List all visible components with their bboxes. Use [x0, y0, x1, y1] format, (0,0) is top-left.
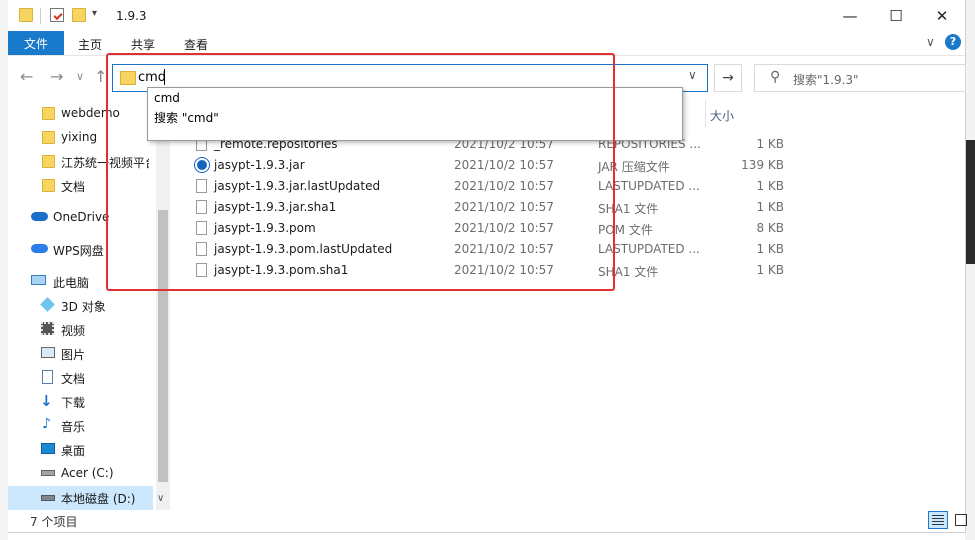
sidebar-item-label: 桌面	[61, 444, 86, 458]
minimize-button[interactable]: —	[827, 0, 873, 31]
file-size: 1 KB	[756, 179, 784, 193]
sidebar-item-drive-d[interactable]: 本地磁盘 (D:)	[8, 486, 153, 510]
document-icon	[42, 370, 53, 384]
sidebar-item-pictures[interactable]: 图片	[8, 343, 153, 365]
folder-icon	[42, 107, 55, 120]
tiles-view-icon	[955, 514, 967, 526]
sidebar-item-label: yixing	[61, 130, 98, 144]
sidebar-item-3d-objects[interactable]: 3D 对象	[8, 295, 153, 317]
separator	[40, 8, 41, 24]
sidebar-item-label: 视频	[61, 324, 86, 338]
list-view-icon	[932, 515, 944, 516]
ribbon-expand-icon[interactable]: ∨	[926, 35, 935, 49]
desktop-background-right	[965, 0, 975, 540]
tab-view[interactable]: 查看	[184, 36, 208, 53]
help-icon[interactable]: ?	[945, 34, 961, 50]
sidebar-item-label: Acer (C:)	[61, 466, 114, 480]
picture-icon	[41, 347, 55, 358]
file-size: 1 KB	[756, 263, 784, 277]
sidebar-item-videos[interactable]: 视频	[8, 319, 153, 341]
annotation-highlight-box	[106, 53, 615, 291]
file-size: 139 KB	[741, 158, 784, 172]
window-title: 1.9.3	[116, 9, 147, 23]
tab-home[interactable]: 主页	[78, 36, 102, 53]
sidebar-item-label: 本地磁盘 (D:)	[61, 492, 136, 506]
checkmark-icon	[53, 10, 63, 21]
recent-locations-button[interactable]: ∨	[76, 70, 84, 83]
sidebar-item-desktop[interactable]: 桌面	[8, 439, 153, 461]
sidebar-item-downloads[interactable]: ↓ 下载	[8, 391, 153, 413]
sidebar-item-drive-c[interactable]: Acer (C:)	[8, 463, 153, 485]
folder-icon[interactable]	[19, 8, 33, 22]
music-icon: ♪	[42, 416, 51, 432]
sidebar-item-label: 音乐	[61, 420, 86, 434]
customize-quick-access-icon[interactable]: ▾	[92, 8, 97, 19]
close-button[interactable]: ✕	[919, 0, 965, 31]
drive-icon	[41, 495, 55, 501]
large-icons-view-button[interactable]	[952, 511, 970, 529]
sidebar-item-label: 文档	[61, 180, 86, 194]
new-folder-icon[interactable]	[72, 8, 86, 22]
cloud-icon	[31, 244, 48, 253]
column-header-size[interactable]: 大小	[710, 107, 734, 124]
desktop-background-left	[0, 0, 8, 540]
sidebar-item-label: WPS网盘	[53, 244, 104, 258]
search-placeholder: 搜索"1.9.3"	[793, 73, 859, 87]
details-view-button[interactable]	[928, 511, 948, 529]
folder-icon	[42, 155, 55, 168]
address-dropdown-icon[interactable]: ∨	[688, 68, 697, 82]
drive-icon	[41, 470, 55, 476]
file-explorer-window: ▾ 1.9.3 — ☐ ✕ 文件 主页 共享 查看 ∨ ? ← → ∨ ↑ cm…	[8, 0, 967, 533]
video-icon	[41, 322, 54, 335]
desktop-icon	[41, 443, 55, 454]
maximize-button[interactable]: ☐	[873, 0, 919, 31]
file-size: 1 KB	[756, 242, 784, 256]
back-button[interactable]: ←	[20, 67, 33, 86]
file-size: 8 KB	[756, 221, 784, 235]
title-bar: ▾ 1.9.3 — ☐ ✕	[8, 0, 965, 31]
search-icon: ⚲	[770, 69, 781, 85]
tab-file[interactable]: 文件	[8, 31, 64, 55]
sidebar-item-label: 此电脑	[53, 276, 90, 290]
column-separator[interactable]	[705, 100, 706, 127]
properties-icon[interactable]	[50, 8, 64, 22]
go-button[interactable]: →	[714, 64, 742, 92]
folder-icon	[42, 179, 55, 192]
download-icon: ↓	[40, 392, 53, 410]
sidebar-item-label: 图片	[61, 348, 86, 362]
scroll-down-icon[interactable]: ∨	[157, 493, 164, 504]
sidebar-item-label: OneDrive	[53, 210, 110, 224]
search-input[interactable]	[754, 64, 966, 92]
folder-icon	[42, 131, 55, 144]
sidebar-item-documents[interactable]: 文档	[8, 367, 153, 389]
sidebar-item-label: 3D 对象	[61, 300, 106, 314]
sidebar-item-music[interactable]: ♪ 音乐	[8, 415, 153, 437]
status-item-count: 7 个项目	[30, 515, 78, 529]
forward-button[interactable]: →	[50, 67, 63, 86]
cube-icon	[40, 297, 55, 312]
computer-icon	[31, 275, 46, 285]
file-size: 1 KB	[756, 200, 784, 214]
cloud-icon	[31, 212, 48, 221]
desktop-background-dark-strip	[965, 140, 975, 264]
file-size: 1 KB	[756, 137, 784, 151]
sidebar-item-label: 下载	[61, 396, 86, 410]
sidebar-item-label: 文档	[61, 372, 86, 386]
tab-share[interactable]: 共享	[131, 36, 155, 53]
